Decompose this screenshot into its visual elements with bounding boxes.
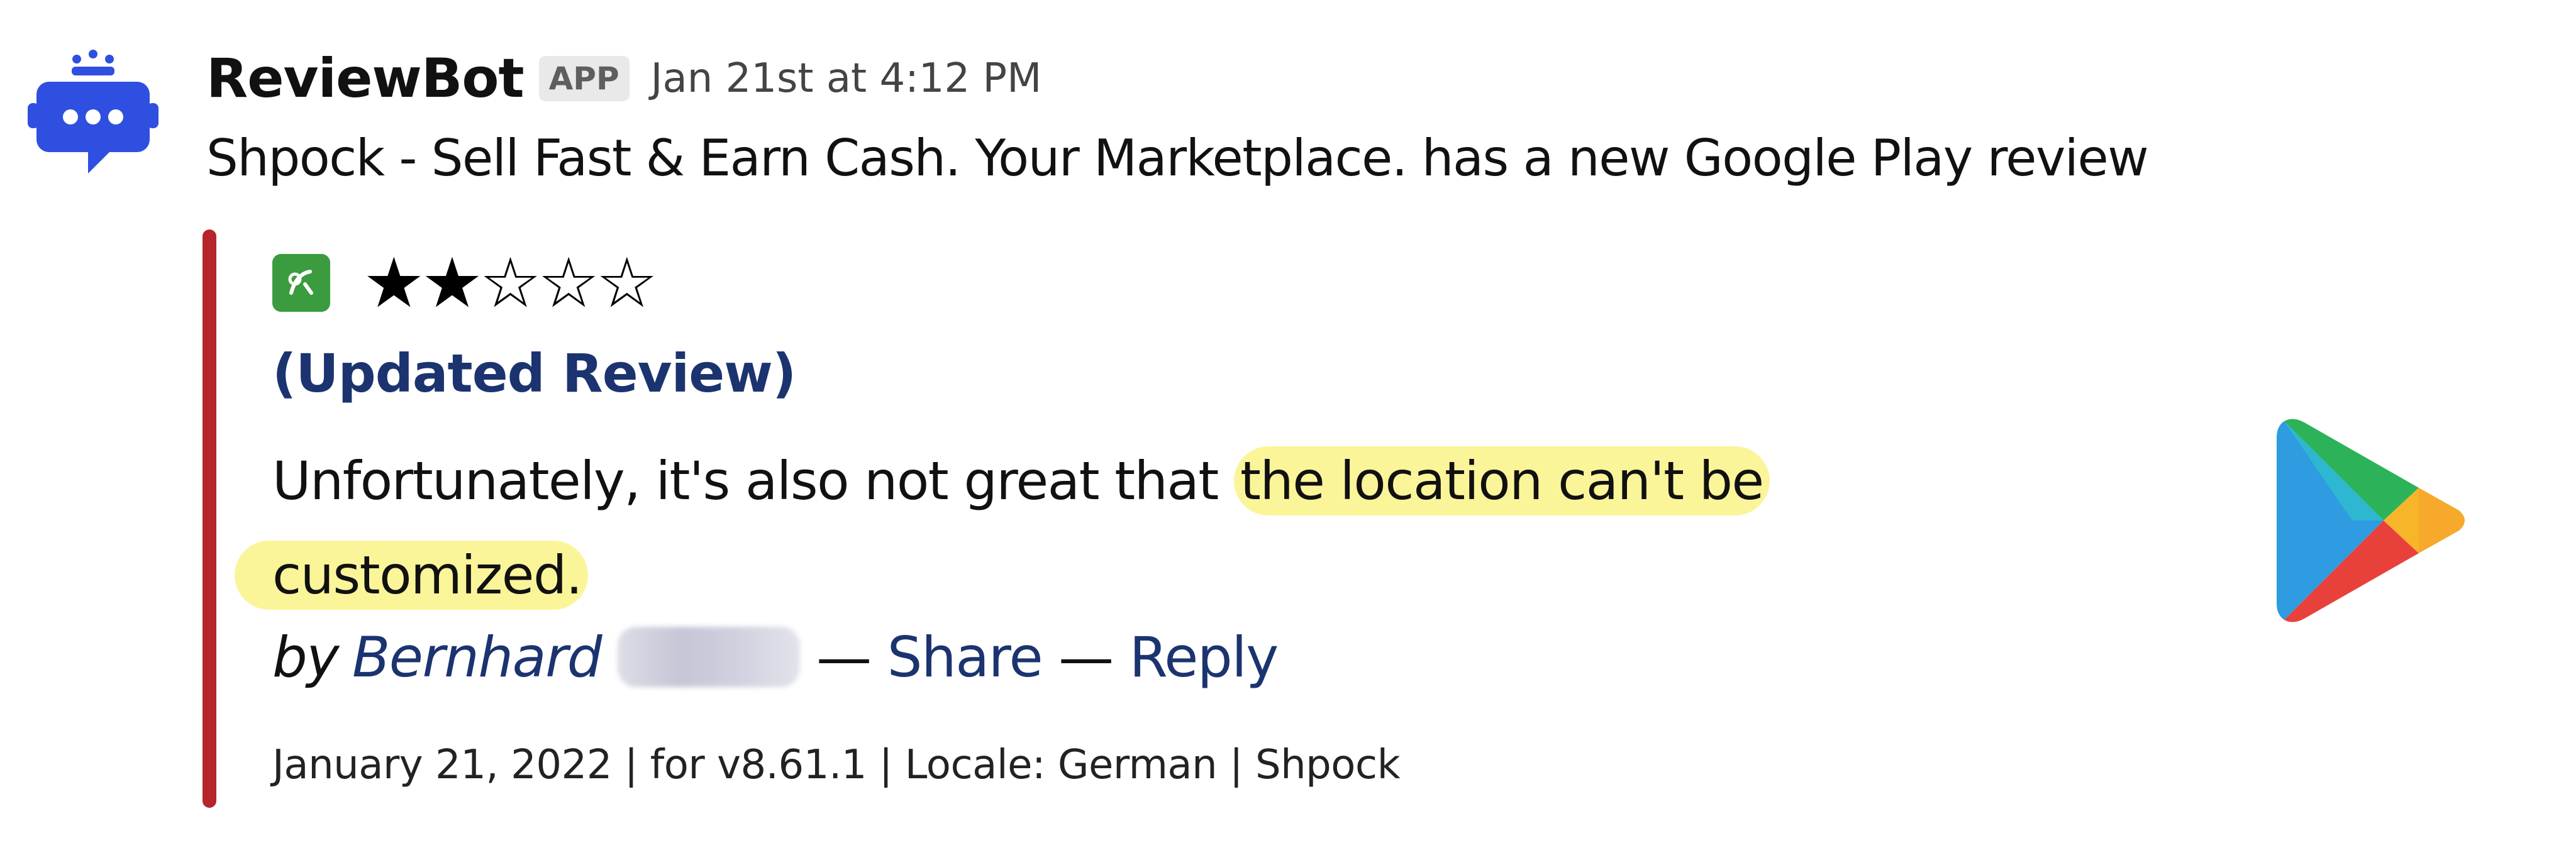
- reply-link[interactable]: Reply: [1130, 625, 1279, 690]
- review-meta: January 21, 2022 | for v8.61.1 | Locale:…: [272, 742, 1401, 788]
- by-label: by: [272, 624, 339, 690]
- sender-name[interactable]: ReviewBot: [206, 47, 525, 110]
- message-text: Shpock - Sell Fast & Earn Cash. Your Mar…: [206, 129, 2149, 187]
- message-header: ReviewBot APP Jan 21st at 4:12 PM: [206, 44, 1041, 113]
- review-highlight-1: the location can't be: [1234, 446, 1770, 515]
- attachment-accent-bar: [203, 229, 216, 808]
- star-rating: ★★☆☆☆: [363, 243, 658, 323]
- review-body: Unfortunately, it's also not great that …: [235, 434, 1970, 622]
- review-byline: by Bernhard — Share — Reply: [272, 619, 1279, 695]
- redacted-surname: [618, 627, 801, 687]
- message-timestamp[interactable]: Jan 21st at 4:12 PM: [651, 55, 1042, 102]
- separator-dash: —: [816, 624, 872, 690]
- google-play-icon: [2277, 415, 2472, 622]
- author-link[interactable]: Bernhard: [352, 625, 602, 690]
- review-highlight-2: customized.: [235, 541, 588, 610]
- robot-chat-icon: [28, 50, 158, 174]
- share-link[interactable]: Share: [887, 625, 1043, 690]
- reviewbot-avatar[interactable]: [16, 33, 170, 186]
- shpock-app-icon: [272, 254, 330, 312]
- app-badge: APP: [538, 56, 630, 101]
- review-title: (Updated Review): [272, 343, 796, 404]
- separator-dash: —: [1058, 624, 1114, 690]
- review-body-text: Unfortunately, it's also not great that: [272, 450, 1235, 512]
- rating-row: ★★☆☆☆: [272, 243, 658, 323]
